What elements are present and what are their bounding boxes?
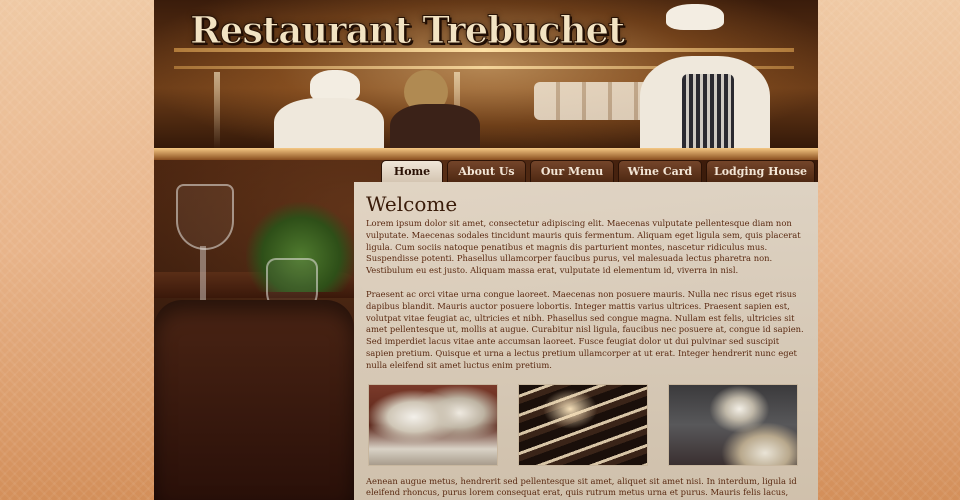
page-title: Welcome xyxy=(366,192,458,216)
nav-tab-about-us[interactable]: About Us xyxy=(447,160,526,182)
gallery-photo-cutlery[interactable] xyxy=(518,383,648,466)
content-panel: Welcome Lorem ipsum dolor sit amet, cons… xyxy=(354,182,818,500)
page-container: Restaurant Trebuchet Home About Us Our M… xyxy=(154,0,818,500)
site-logo[interactable]: Restaurant Trebuchet xyxy=(189,8,625,53)
nav-tab-home[interactable]: Home xyxy=(381,160,443,182)
wine-glass xyxy=(176,184,234,250)
body-paragraph: Aenean augue metus, hendrerit sed pellen… xyxy=(366,475,797,498)
kitchen-counter xyxy=(154,148,818,160)
striped-apron xyxy=(682,74,734,154)
nav-tab-our-menu[interactable]: Our Menu xyxy=(530,160,614,182)
main-navigation: Home About Us Our Menu Wine Card Lodging… xyxy=(381,160,815,182)
gallery-photo-waiters[interactable] xyxy=(368,383,498,466)
wine-glass-stem xyxy=(200,246,206,304)
nav-tab-wine-card[interactable]: Wine Card xyxy=(618,160,702,182)
armchair xyxy=(154,300,354,500)
chef-hat xyxy=(666,4,724,30)
intro-paragraph: Lorem ipsum dolor sit amet, consectetur … xyxy=(366,218,801,276)
photo-gallery xyxy=(368,383,798,466)
header-banner: Restaurant Trebuchet xyxy=(154,0,818,160)
body-paragraph: Praesent ac orci vitae urna congue laore… xyxy=(366,288,804,370)
nav-tab-lodging-house[interactable]: Lodging House xyxy=(706,160,815,182)
gallery-photo-kitchen[interactable] xyxy=(668,383,798,466)
light-beam xyxy=(214,72,220,150)
